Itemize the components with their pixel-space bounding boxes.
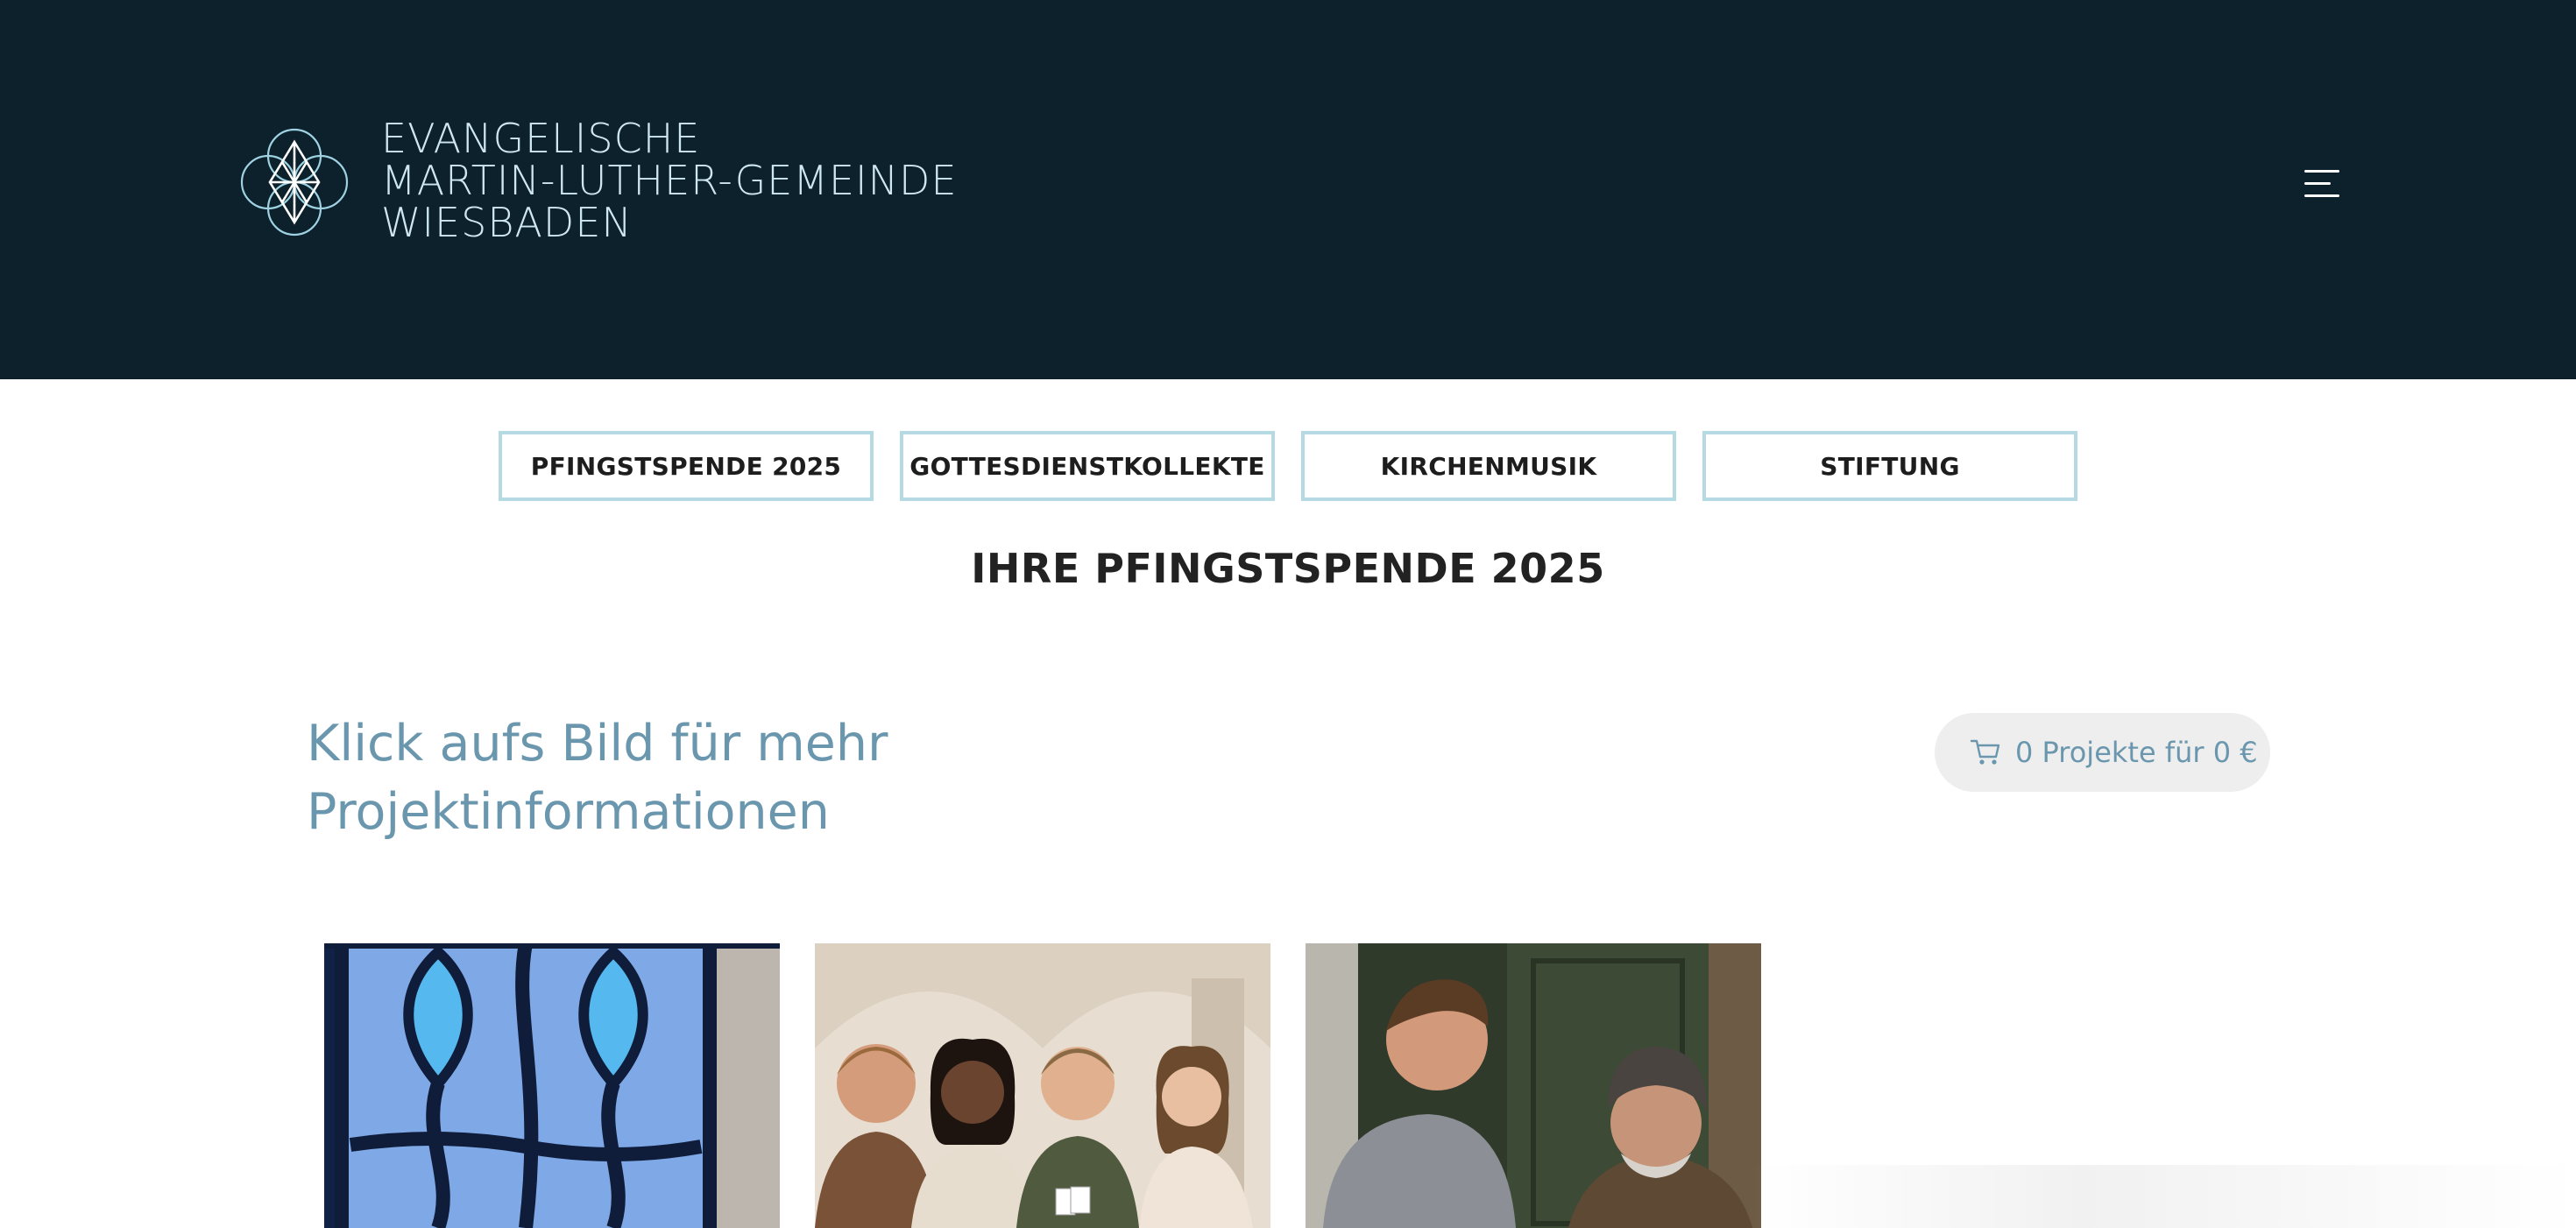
page-title: IHRE PFINGSTSPENDE 2025 — [971, 545, 1605, 592]
youth-group-playing-cards-image — [815, 943, 1270, 1228]
logo-line-2: MARTIN-LUTHER-GEMEINDE — [381, 157, 958, 204]
intro-line-2: Projektinformationen — [307, 783, 830, 841]
tab-pfingstspende-2025[interactable]: PFINGSTSPENDE 2025 — [499, 431, 874, 501]
logo-line-3: WIESBADEN — [381, 199, 633, 246]
shopping-cart-icon — [1970, 739, 2000, 765]
church-name-wordmark[interactable]: EVANGELISCHE MARTIN-LUTHER-GEMEINDE WIES… — [381, 117, 958, 243]
cart-summary: 0 Projekte für 0 € — [2015, 736, 2258, 769]
intro-line-1: Klick aufs Bild für mehr — [307, 715, 888, 773]
young-man-helping-elderly-man-image — [1306, 943, 1761, 1228]
tab-label: GOTTESDIENSTKOLLEKTE — [909, 451, 1265, 481]
tab-stiftung[interactable]: STIFTUNG — [1702, 431, 2077, 501]
tab-gottesdienstkollekte[interactable]: GOTTESDIENSTKOLLEKTE — [900, 431, 1275, 501]
intro-text: Klick aufs Bild für mehr Projektinformat… — [307, 709, 920, 846]
tab-label: STIFTUNG — [1820, 451, 1960, 481]
logo-line-1: EVANGELISCHE — [381, 115, 701, 162]
site-header: EVANGELISCHE MARTIN-LUTHER-GEMEINDE WIES… — [0, 0, 2576, 379]
tab-label: PFINGSTSPENDE 2025 — [530, 451, 842, 481]
project-card-helping-hand[interactable] — [1306, 943, 1761, 1228]
hamburger-menu-icon[interactable] — [2296, 166, 2345, 201]
tab-kirchenmusik[interactable]: KIRCHENMUSIK — [1301, 431, 1676, 501]
project-card-youth-group[interactable] — [815, 943, 1270, 1228]
category-tabs: PFINGSTSPENDE 2025 GOTTESDIENSTKOLLEKTE … — [0, 431, 2576, 501]
tab-label: KIRCHENMUSIK — [1380, 451, 1597, 481]
project-card-stained-glass[interactable] — [324, 943, 780, 1228]
stained-glass-window-image — [324, 943, 780, 1228]
church-logo-icon[interactable] — [235, 123, 354, 242]
scroll-shadow — [1752, 1165, 2576, 1228]
donation-cart-button[interactable]: 0 Projekte für 0 € — [1935, 713, 2270, 792]
